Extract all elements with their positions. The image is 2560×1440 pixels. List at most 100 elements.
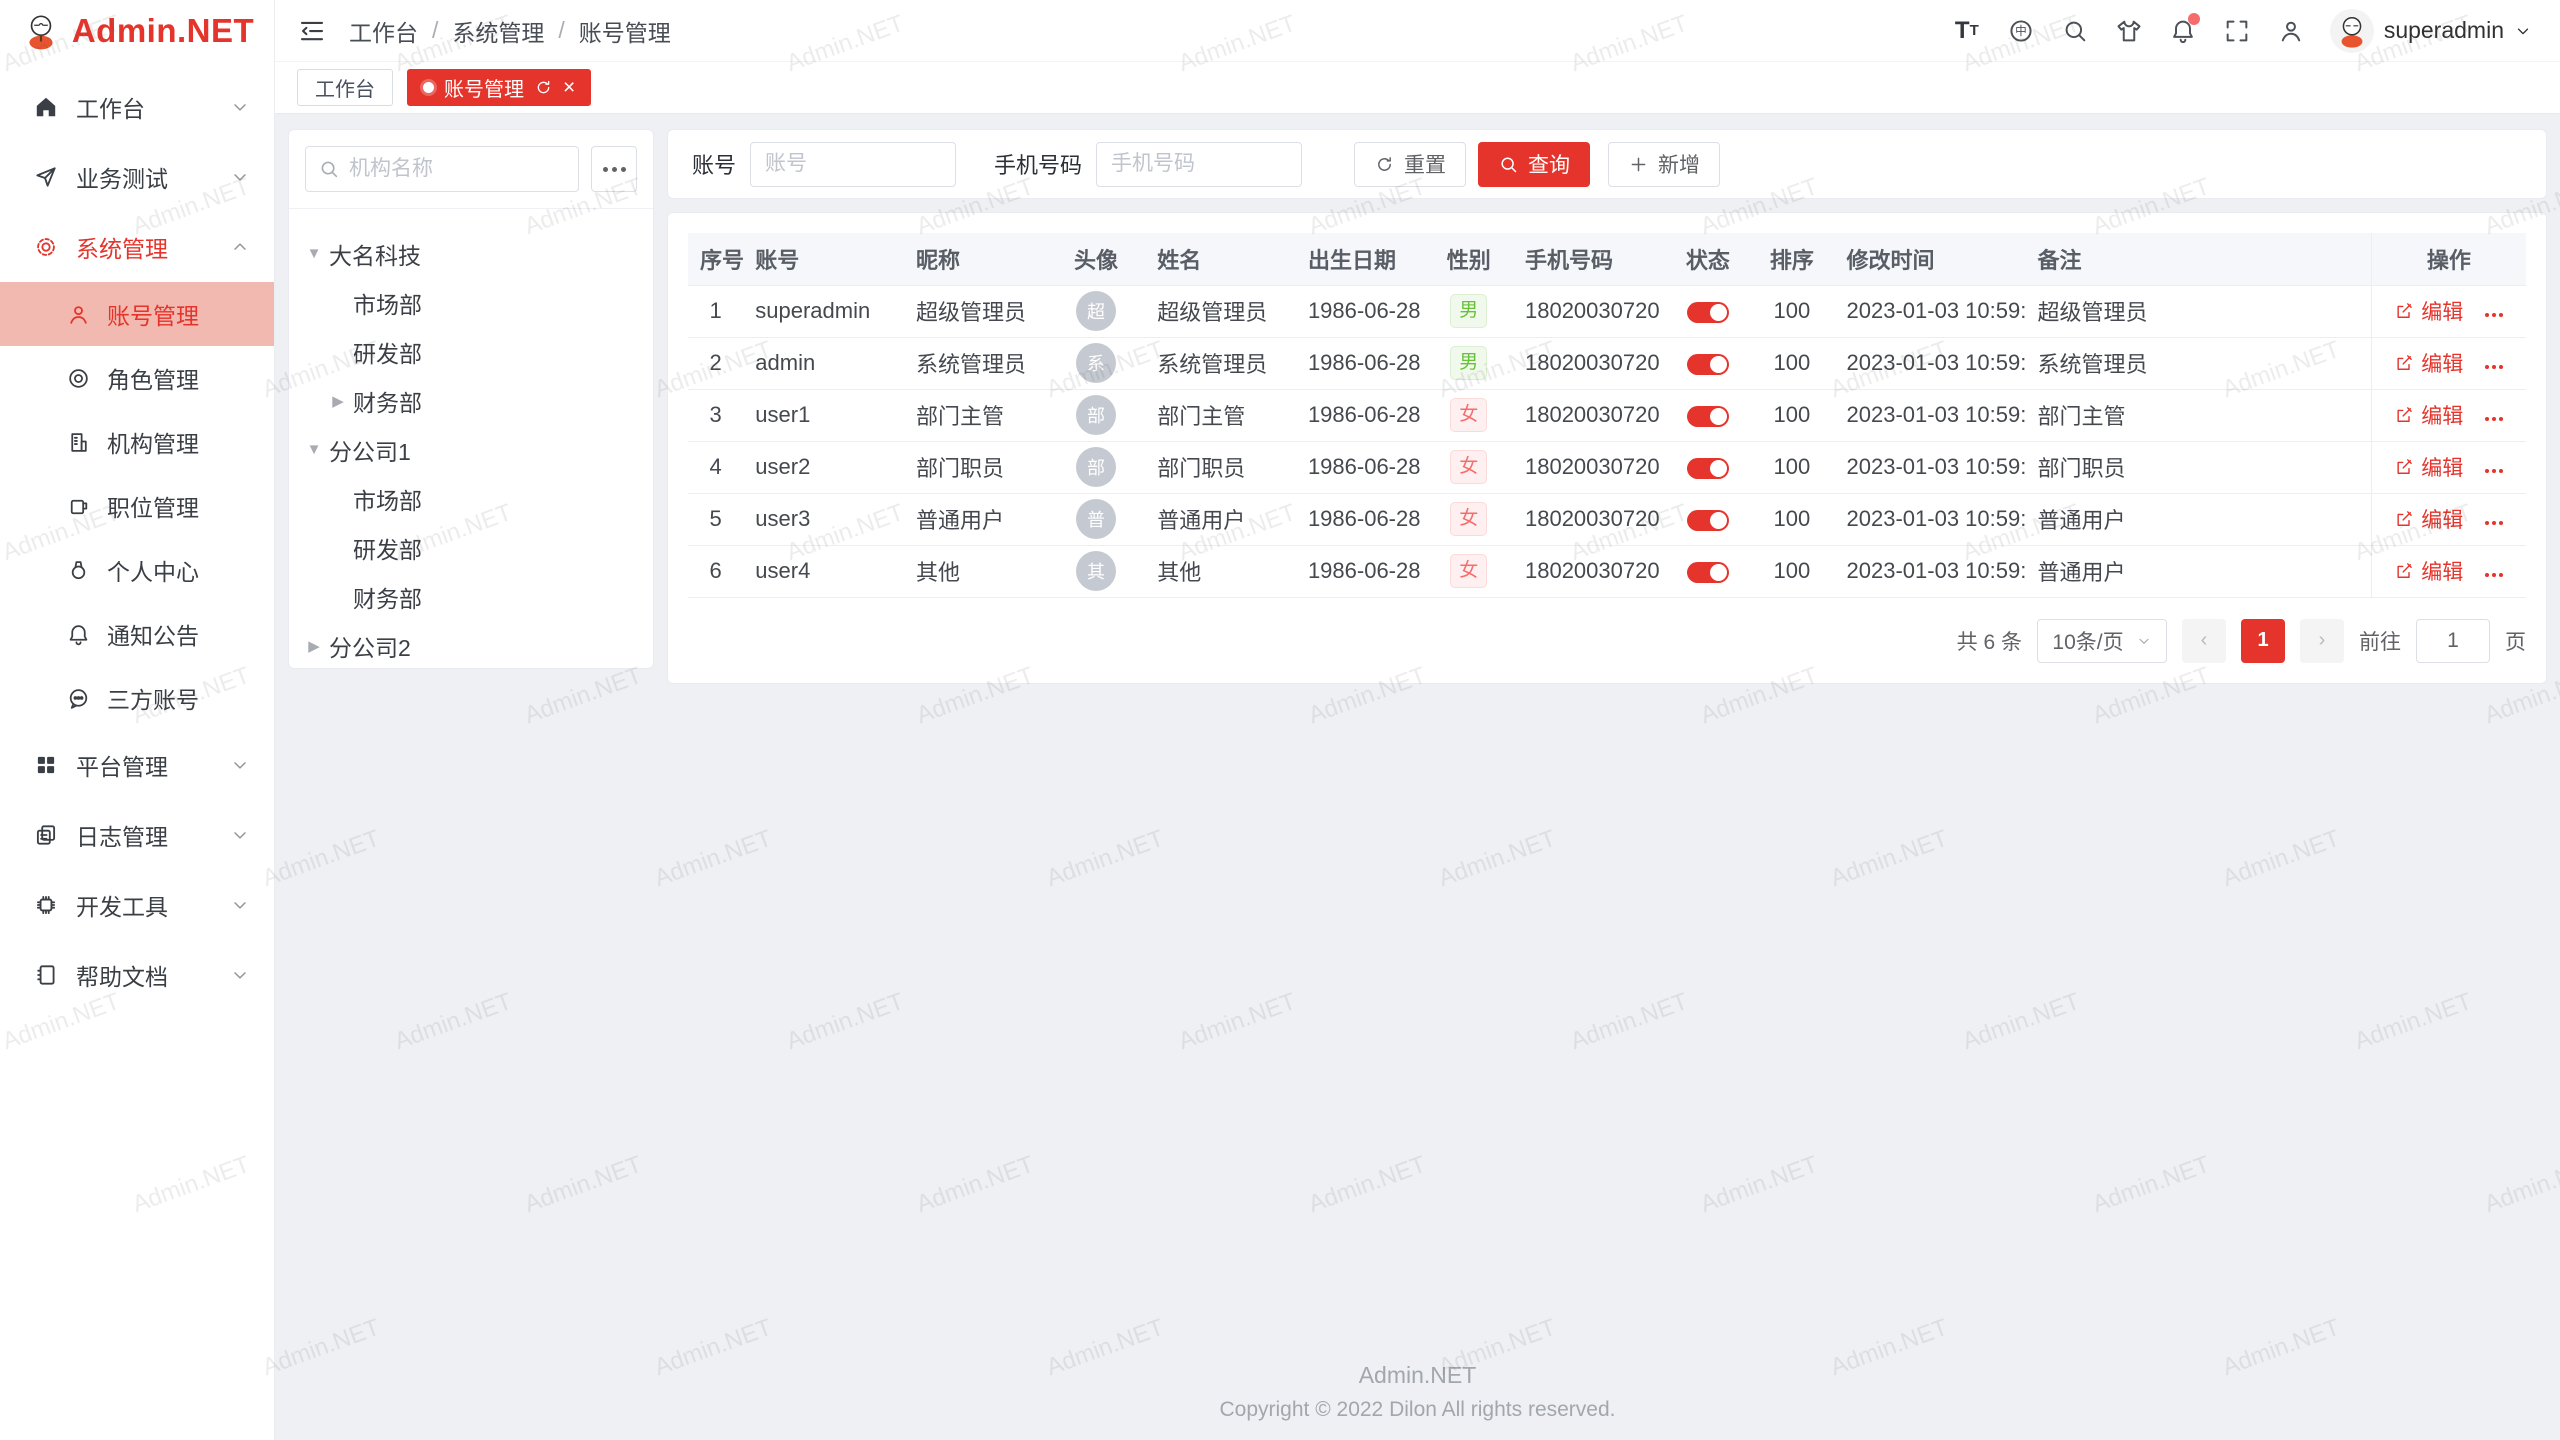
tree-node-label: 分公司2 bbox=[329, 629, 411, 663]
more-actions-button[interactable] bbox=[2485, 417, 2503, 421]
status-toggle[interactable] bbox=[1687, 510, 1729, 531]
search-button[interactable]: 查询 bbox=[1478, 142, 1590, 187]
page-size-select[interactable]: 10条/页 bbox=[2037, 619, 2167, 663]
cell-phone: 18020030720 bbox=[1513, 545, 1667, 597]
tree-node[interactable]: 财务部 bbox=[299, 572, 643, 621]
sidebar-item-log-management[interactable]: 日志管理 bbox=[0, 800, 274, 870]
cell-name: 部门职员 bbox=[1145, 441, 1296, 493]
cell-index: 5 bbox=[688, 493, 743, 545]
theme-icon[interactable] bbox=[2114, 16, 2144, 46]
phone-input[interactable] bbox=[1096, 142, 1302, 187]
sidebar-item-label: 角色管理 bbox=[107, 361, 199, 395]
tree-node-label: 分公司1 bbox=[329, 433, 411, 467]
chevron-down-icon bbox=[230, 825, 250, 845]
goto-page-input[interactable] bbox=[2416, 619, 2490, 663]
close-icon[interactable]: × bbox=[563, 77, 575, 98]
more-actions-button[interactable] bbox=[2485, 469, 2503, 473]
edit-button[interactable]: 编辑 bbox=[2394, 296, 2463, 326]
prev-page-button[interactable]: ‹ bbox=[2182, 619, 2226, 663]
sidebar-item-dev-tools[interactable]: 开发工具 bbox=[0, 870, 274, 940]
next-page-button[interactable]: › bbox=[2300, 619, 2344, 663]
sidebar-item-business-test[interactable]: 业务测试 bbox=[0, 142, 274, 212]
cell-phone: 18020030720 bbox=[1513, 285, 1667, 337]
current-page-button[interactable]: 1 bbox=[2241, 619, 2285, 663]
tree-node[interactable]: ▼大名科技 bbox=[299, 229, 643, 278]
cell-remark: 普通用户 bbox=[2025, 493, 2371, 545]
org-search-input[interactable] bbox=[349, 157, 566, 181]
more-actions-button[interactable] bbox=[2485, 313, 2503, 317]
edit-button[interactable]: 编辑 bbox=[2394, 348, 2463, 378]
col-header: 头像 bbox=[1047, 233, 1145, 285]
menu-fold-icon[interactable] bbox=[297, 16, 327, 46]
edit-button[interactable]: 编辑 bbox=[2394, 504, 2463, 534]
cell-order: 100 bbox=[1749, 545, 1834, 597]
cell-name: 系统管理员 bbox=[1145, 337, 1296, 389]
edit-button[interactable]: 编辑 bbox=[2394, 400, 2463, 430]
search-icon[interactable] bbox=[2060, 16, 2090, 46]
tab-account-management[interactable]: 账号管理 × bbox=[407, 69, 591, 106]
caret-right-icon[interactable]: ▶ bbox=[299, 637, 329, 655]
position-icon bbox=[66, 494, 91, 519]
caret-right-icon[interactable]: ▶ bbox=[323, 392, 353, 410]
caret-down-icon[interactable]: ▼ bbox=[299, 245, 329, 262]
sidebar-item-personal-center[interactable]: 个人中心 bbox=[0, 538, 274, 602]
sidebar-item-third-party-account[interactable]: 三方账号 bbox=[0, 666, 274, 730]
cell-name: 普通用户 bbox=[1145, 493, 1296, 545]
profile-icon[interactable] bbox=[2276, 16, 2306, 46]
sidebar-item-platform-management[interactable]: 平台管理 bbox=[0, 730, 274, 800]
tree-node[interactable]: ▶财务部 bbox=[299, 376, 643, 425]
status-toggle[interactable] bbox=[1687, 458, 1729, 479]
add-button[interactable]: 新增 bbox=[1608, 142, 1720, 187]
plus-icon bbox=[1628, 154, 1649, 175]
user-menu[interactable]: superadmin bbox=[2330, 9, 2532, 53]
status-toggle[interactable] bbox=[1687, 302, 1729, 323]
breadcrumb-item[interactable]: 账号管理 bbox=[579, 14, 671, 48]
status-toggle[interactable] bbox=[1687, 406, 1729, 427]
more-actions-button[interactable] bbox=[2485, 521, 2503, 525]
sidebar-item-help-docs[interactable]: 帮助文档 bbox=[0, 940, 274, 1010]
reset-button[interactable]: 重置 bbox=[1354, 142, 1466, 187]
sidebar-item-org-management[interactable]: 机构管理 bbox=[0, 410, 274, 474]
tab-workbench[interactable]: 工作台 bbox=[297, 69, 393, 106]
row-avatar: 系 bbox=[1076, 343, 1116, 383]
tree-node[interactable]: 市场部 bbox=[299, 278, 643, 327]
logo[interactable]: Admin.NET bbox=[0, 0, 274, 62]
notification-icon[interactable] bbox=[2168, 16, 2198, 46]
breadcrumb-item[interactable]: 系统管理 bbox=[452, 14, 544, 48]
sidebar-item-label: 帮助文档 bbox=[76, 958, 168, 992]
sidebar-item-account-management[interactable]: 账号管理 bbox=[0, 282, 274, 346]
tree-node[interactable]: 研发部 bbox=[299, 523, 643, 572]
more-actions-button[interactable] bbox=[2485, 365, 2503, 369]
user-icon bbox=[66, 302, 91, 327]
tree-node[interactable]: 研发部 bbox=[299, 327, 643, 376]
sidebar: Admin.NET 工作台 业务测试 系统管理 账号管理 bbox=[0, 0, 275, 1440]
avatar bbox=[2330, 9, 2374, 53]
sidebar-item-role-management[interactable]: 角色管理 bbox=[0, 346, 274, 410]
sidebar-item-system-management[interactable]: 系统管理 bbox=[0, 212, 274, 282]
refresh-icon[interactable] bbox=[534, 78, 553, 97]
cell-account: user4 bbox=[743, 545, 904, 597]
org-more-button[interactable] bbox=[591, 146, 637, 192]
edit-button[interactable]: 编辑 bbox=[2394, 556, 2463, 586]
language-icon[interactable]: 中 bbox=[2006, 16, 2036, 46]
fullscreen-icon[interactable] bbox=[2222, 16, 2252, 46]
sidebar-item-notice[interactable]: 通知公告 bbox=[0, 602, 274, 666]
edit-label: 编辑 bbox=[2421, 504, 2463, 534]
more-actions-button[interactable] bbox=[2485, 573, 2503, 577]
tree-node[interactable]: 市场部 bbox=[299, 474, 643, 523]
tree-node[interactable]: ▶分公司2 bbox=[299, 621, 643, 670]
cell-remark: 系统管理员 bbox=[2025, 337, 2371, 389]
caret-down-icon[interactable]: ▼ bbox=[299, 441, 329, 458]
font-size-icon[interactable]: TT bbox=[1952, 16, 1982, 46]
sidebar-item-workbench[interactable]: 工作台 bbox=[0, 72, 274, 142]
cell-birthdate: 1986-06-28 bbox=[1296, 389, 1425, 441]
sidebar-item-position-management[interactable]: 职位管理 bbox=[0, 474, 274, 538]
status-toggle[interactable] bbox=[1687, 562, 1729, 583]
status-toggle[interactable] bbox=[1687, 354, 1729, 375]
breadcrumb-item[interactable]: 工作台 bbox=[349, 14, 418, 48]
org-search-field[interactable] bbox=[305, 146, 579, 192]
cell-index: 4 bbox=[688, 441, 743, 493]
tree-node[interactable]: ▼分公司1 bbox=[299, 425, 643, 474]
edit-button[interactable]: 编辑 bbox=[2394, 452, 2463, 482]
account-input[interactable] bbox=[750, 142, 956, 187]
